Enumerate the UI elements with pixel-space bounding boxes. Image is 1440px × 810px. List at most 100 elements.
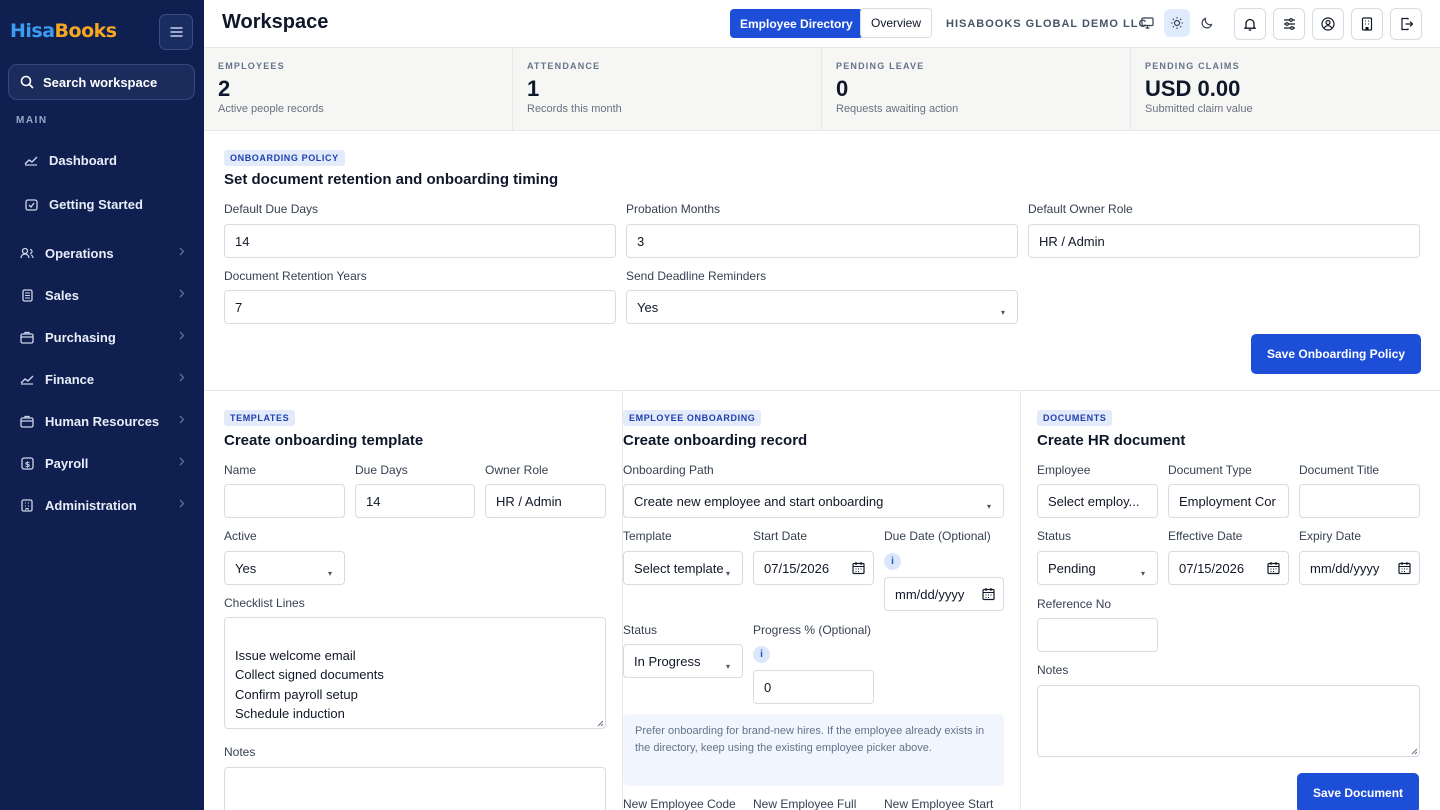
stat-attendance: ATTENDANCE 1 Records this month	[513, 48, 822, 131]
search-input[interactable]: Search workspace	[8, 64, 195, 100]
onboarding-path-select[interactable]: Create new employee and start onboarding…	[623, 484, 1004, 518]
stat-value: USD 0.00	[1145, 76, 1241, 101]
caret-down-icon: ▾	[986, 502, 991, 511]
sidebar-item-dashboard[interactable]: Dashboard	[0, 143, 204, 177]
overview-button[interactable]: Overview	[860, 8, 933, 38]
document-notes-textarea[interactable]	[1037, 685, 1420, 757]
resize-handle-icon[interactable]	[1410, 747, 1418, 755]
profile-button[interactable]	[1312, 8, 1344, 40]
calendar-icon[interactable]	[852, 561, 865, 575]
moon-icon	[1201, 17, 1213, 29]
start-date-input[interactable]: 07/15/2026	[753, 551, 874, 585]
sidebar-item-payroll[interactable]: $ Payroll	[0, 446, 204, 480]
stat-label: PENDING LEAVE	[836, 61, 925, 71]
document-retention-input[interactable]: 7	[224, 290, 616, 324]
sidebar-item-finance[interactable]: Finance	[0, 362, 204, 396]
calendar-icon[interactable]	[1398, 561, 1411, 575]
field-label: Template	[623, 529, 672, 543]
theme-dark-button[interactable]	[1194, 9, 1220, 37]
progress-input[interactable]: 0	[753, 670, 874, 704]
default-owner-role-input[interactable]: HR / Admin	[1028, 224, 1420, 258]
info-icon[interactable]: i	[753, 646, 770, 663]
field-label: Status	[1037, 529, 1072, 543]
logo-text-1: Hisa	[10, 20, 55, 42]
field-label: Owner Role	[485, 463, 549, 477]
save-document-button[interactable]: Save Document	[1297, 773, 1420, 810]
probation-months-input[interactable]: 3	[626, 224, 1018, 258]
section-badge-templates: TEMPLATES	[224, 410, 296, 426]
document-employee-select[interactable]: Select employ...	[1037, 484, 1158, 518]
deadline-reminders-select[interactable]: Yes ▾	[626, 290, 1018, 324]
page-title: Workspace	[222, 11, 329, 33]
field-label: New Employee Code	[623, 797, 736, 810]
caret-down-icon: ▾	[327, 569, 332, 578]
stat-label: ATTENDANCE	[527, 61, 601, 71]
field-label: Due Days	[355, 463, 408, 477]
sidebar-item-purchasing[interactable]: Purchasing	[0, 320, 204, 354]
sidebar-item-human-resources[interactable]: Human Resources	[0, 404, 204, 438]
chevron-right-icon	[179, 247, 185, 256]
calendar-icon[interactable]	[982, 587, 995, 601]
theme-switcher	[1134, 9, 1220, 37]
template-owner-role-input[interactable]: HR / Admin	[485, 484, 606, 518]
section-badge-policy: ONBOARDING POLICY	[224, 150, 345, 166]
template-notes-textarea[interactable]	[224, 767, 606, 810]
onboarding-hint: Prefer onboarding for brand-new hires. I…	[623, 714, 1004, 786]
chart-line-icon	[18, 370, 36, 388]
svg-text:$: $	[24, 460, 30, 469]
checklist-lines-textarea[interactable]: Issue welcome email Collect signed docum…	[224, 617, 606, 729]
document-title-input[interactable]	[1299, 484, 1420, 518]
receipt-icon	[18, 286, 36, 304]
template-active-select[interactable]: Yes ▾	[224, 551, 345, 585]
section-divider	[204, 390, 1440, 391]
default-due-days-input[interactable]: 14	[224, 224, 616, 258]
field-label: Checklist Lines	[224, 596, 305, 610]
sidebar-item-label: Operations	[45, 245, 114, 261]
field-label: Probation Months	[626, 202, 721, 216]
theme-light-button[interactable]	[1164, 9, 1190, 37]
due-date-input[interactable]: mm/dd/yyyy	[884, 577, 1004, 611]
calendar-icon[interactable]	[1267, 561, 1280, 575]
search-icon	[20, 75, 34, 89]
effective-date-input[interactable]: 07/15/2026	[1168, 551, 1289, 585]
resize-handle-icon[interactable]	[596, 719, 604, 727]
caret-down-icon: ▾	[1000, 308, 1005, 317]
company-button[interactable]	[1351, 8, 1383, 40]
theme-system-button[interactable]	[1134, 9, 1160, 37]
section-badge-onboarding: EMPLOYEE ONBOARDING	[623, 410, 762, 426]
chevron-right-icon	[179, 415, 185, 424]
sidebar-item-label: Human Resources	[45, 413, 160, 429]
building-icon	[18, 496, 36, 514]
stat-label: EMPLOYEES	[218, 61, 285, 71]
stats-bar: EMPLOYEES 2 Active people records ATTEND…	[204, 48, 1440, 131]
expiry-date-input[interactable]: mm/dd/yyyy	[1299, 551, 1420, 585]
sidebar-item-label: Sales	[45, 287, 79, 303]
save-onboarding-policy-button[interactable]: Save Onboarding Policy	[1251, 334, 1422, 374]
dollar-icon: $	[18, 454, 36, 472]
sidebar-item-getting-started[interactable]: Getting Started	[0, 187, 204, 221]
select-value: In Progress	[634, 653, 701, 669]
template-name-input[interactable]	[224, 484, 345, 518]
sidebar-item-sales[interactable]: Sales	[0, 278, 204, 312]
template-due-days-input[interactable]: 14	[355, 484, 475, 518]
section-label-main: MAIN	[16, 115, 48, 126]
notifications-button[interactable]	[1234, 8, 1266, 40]
caret-down-icon: ▾	[1140, 569, 1145, 578]
employee-directory-button[interactable]: Employee Directory	[730, 9, 863, 38]
sidebar-item-administration[interactable]: Administration	[0, 488, 204, 522]
info-icon[interactable]: i	[884, 553, 901, 570]
reference-no-input[interactable]	[1037, 618, 1158, 652]
settings-button[interactable]	[1273, 8, 1305, 40]
app-logo[interactable]: HisaBooks	[10, 20, 117, 42]
document-status-select[interactable]: Pending ▾	[1037, 551, 1158, 585]
onboarding-title: Create onboarding record	[623, 432, 808, 449]
document-type-select[interactable]: Employment Cor	[1168, 484, 1289, 518]
sidebar-item-operations[interactable]: Operations	[0, 236, 204, 270]
menu-toggle-button[interactable]	[159, 14, 193, 50]
onboarding-template-select[interactable]: Select template ▾	[623, 551, 743, 585]
sidebar-item-label: Finance	[45, 371, 95, 387]
chevron-right-icon	[179, 373, 185, 382]
date-value: 07/15/2026	[1179, 560, 1245, 576]
logout-button[interactable]	[1390, 8, 1422, 40]
onboarding-status-select[interactable]: In Progress ▾	[623, 644, 743, 678]
